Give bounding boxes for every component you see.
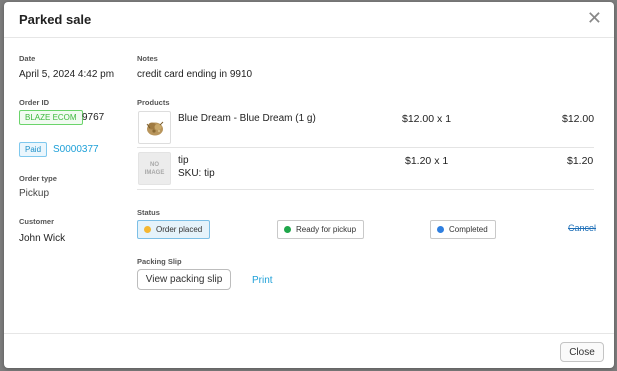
order-source-badge: BLAZE ECOM xyxy=(19,110,83,125)
product-name: Blue Dream - Blue Dream (1 g) xyxy=(178,113,316,124)
view-packing-slip-button[interactable]: View packing slip xyxy=(137,269,231,290)
date-value: April 5, 2024 4:42 pm xyxy=(19,69,115,80)
parked-sale-modal: Parked sale ✕ Date April 5, 2024 4:42 pm… xyxy=(4,2,614,368)
product-divider xyxy=(137,189,594,190)
no-image-text: NO xyxy=(149,161,159,168)
product-image-icon xyxy=(146,121,163,135)
status-label: Status xyxy=(137,208,160,217)
payment-status-badge: Paid xyxy=(19,142,48,157)
order-type-value: Pickup xyxy=(19,188,50,199)
status-dot-icon xyxy=(437,226,444,233)
product-unit-price: $1.20 x 1 xyxy=(405,155,449,167)
product-name: tip xyxy=(178,155,189,166)
status-dot-icon xyxy=(144,226,151,233)
order-id-label: Order ID xyxy=(19,98,50,107)
close-button[interactable]: Close xyxy=(560,342,604,362)
status-dot-icon xyxy=(284,226,291,233)
no-image-thumbnail: NO IMAGE xyxy=(138,152,171,185)
products-label: Products xyxy=(137,98,170,107)
close-icon[interactable]: ✕ xyxy=(587,9,602,27)
order-type-label: Order type xyxy=(19,174,57,183)
status-option-label: Order placed xyxy=(156,225,203,234)
order-id-value: 9767 xyxy=(82,112,105,123)
product-total: $12.00 xyxy=(562,113,595,125)
modal-footer-divider xyxy=(4,333,614,334)
modal-title: Parked sale xyxy=(19,12,92,27)
product-total: $1.20 xyxy=(567,155,594,167)
notes-value: credit card ending in 9910 xyxy=(137,69,253,80)
status-completed-button[interactable]: Completed xyxy=(430,220,496,239)
customer-label: Customer xyxy=(19,217,55,226)
status-ready-for-pickup-button[interactable]: Ready for pickup xyxy=(277,220,365,239)
cancel-link[interactable]: Cancel xyxy=(568,223,596,233)
status-option-label: Completed xyxy=(449,225,488,234)
packing-slip-label: Packing Slip xyxy=(137,257,182,266)
modal-header: Parked sale ✕ xyxy=(4,2,614,38)
status-order-placed-button[interactable]: Order placed xyxy=(137,220,211,239)
customer-value: John Wick xyxy=(19,233,66,244)
product-sku: SKU: tip xyxy=(178,168,215,179)
status-option-label: Ready for pickup xyxy=(296,225,357,234)
product-thumbnail xyxy=(138,111,171,144)
print-link[interactable]: Print xyxy=(252,275,273,286)
product-divider xyxy=(137,147,594,148)
order-number-link[interactable]: S0000377 xyxy=(53,144,99,155)
notes-label: Notes xyxy=(137,54,158,63)
date-label: Date xyxy=(19,54,36,63)
product-unit-price: $12.00 x 1 xyxy=(402,113,452,125)
no-image-text: IMAGE xyxy=(144,169,165,176)
